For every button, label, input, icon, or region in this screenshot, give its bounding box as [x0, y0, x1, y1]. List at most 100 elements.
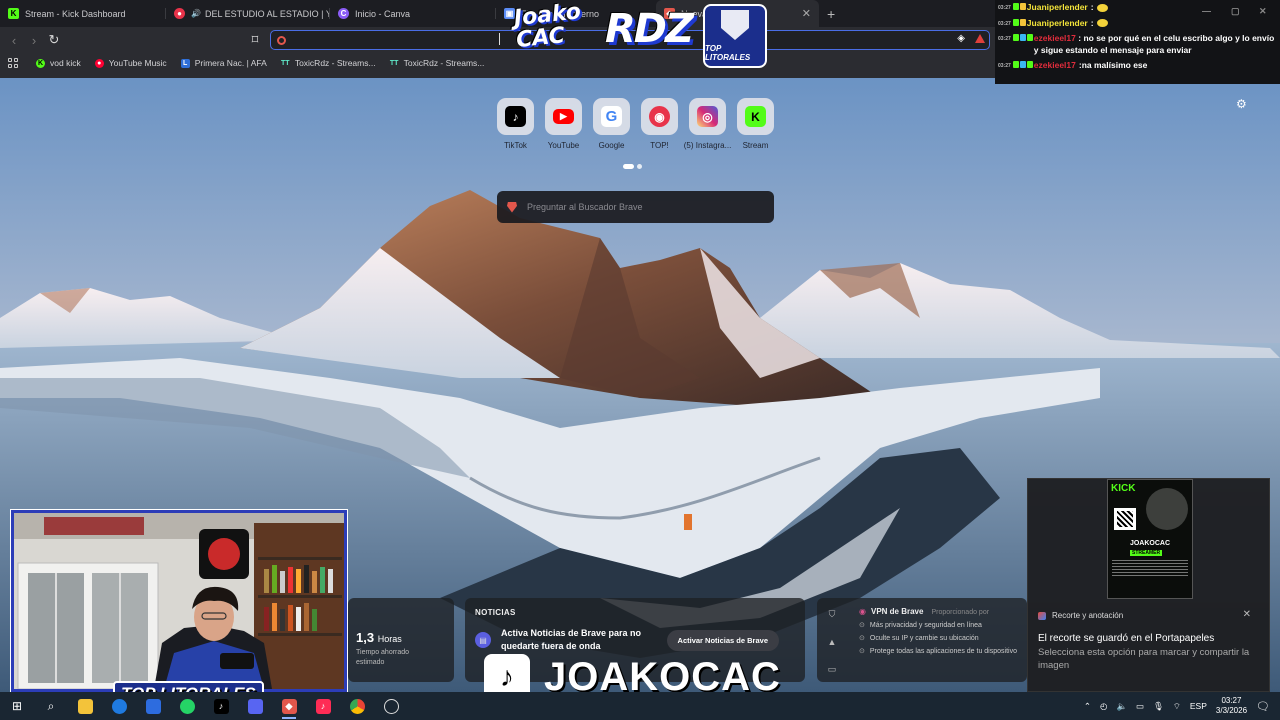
brave-search-box[interactable] — [497, 191, 774, 223]
tab-label: Nueva pestaña — [681, 8, 742, 19]
snipping-tool-icon — [1038, 611, 1046, 620]
sub-badge-icon — [1026, 60, 1033, 68]
google-icon: G — [601, 106, 622, 127]
brave-rewards-icon[interactable] — [975, 34, 985, 43]
chevron-up-icon[interactable]: ⌃ — [1084, 701, 1091, 712]
brave-icon: ◆ — [664, 8, 675, 19]
news-header: NOTICIAS — [475, 608, 516, 617]
display-icon[interactable]: ▭ — [1136, 701, 1144, 712]
kick-badge-icon — [1012, 34, 1019, 41]
snip-notification[interactable]: KICK JOAKOCAC STREAMER Recorte y anotaci… — [1027, 478, 1270, 692]
microphone-icon[interactable]: 🎙 — [1153, 701, 1164, 712]
brave-shields-icon[interactable]: ◈ — [957, 33, 965, 44]
enable-news-button[interactable]: Activar Noticias de Brave — [666, 629, 779, 651]
top-site-label: Google — [598, 141, 625, 150]
top-site-stream[interactable]: K Stream — [737, 98, 774, 150]
brave-browser-icon[interactable]: ◆ — [272, 692, 306, 720]
screenshot-thumbnail[interactable]: KICK JOAKOCAC STREAMER — [1107, 479, 1193, 599]
toast-app-name: Recorte y anotación — [1052, 611, 1124, 620]
vpn-icon: ◉ — [859, 607, 866, 616]
network-icon[interactable]: ◴ — [1100, 701, 1107, 712]
forward-icon[interactable]: › — [24, 30, 44, 50]
store-icon[interactable] — [136, 692, 170, 720]
top-site-label: YouTube — [547, 141, 580, 150]
bookmark-youtube-music[interactable]: ● YouTube Music — [94, 58, 167, 68]
speaker-icon[interactable]: 🔊 — [191, 9, 201, 18]
system-tray: ⌃ ◴ 🔈 ▭ 🎙 ⌔ ESP 03:27 3/3/2026 🗨 — [1084, 696, 1280, 716]
top-site-google[interactable]: G Google — [593, 98, 630, 150]
top-site-label: (5) Instagra... — [683, 141, 732, 150]
obs-icon[interactable] — [374, 692, 408, 720]
chat-message: 03:27 ezekieel17 : no se por qué en el c… — [998, 33, 1275, 55]
tab-youtube[interactable]: ● 🔊 DEL ESTUDIO AL ESTADIO | YouTu — [166, 0, 330, 27]
tiktok-live-icon[interactable]: ♪ — [306, 692, 340, 720]
back-icon[interactable]: ‹ — [4, 30, 24, 50]
brave-search-icon — [277, 35, 286, 45]
pager-dot-active[interactable] — [623, 164, 634, 169]
chrome-icon[interactable] — [340, 692, 374, 720]
bookmark-toxicrdz-2[interactable]: TT ToxicRdz - Streams... — [390, 58, 485, 68]
close-tab-icon[interactable]: ✕ — [796, 7, 811, 20]
tiktok-icon[interactable]: ♪ — [204, 692, 238, 720]
tab-canva[interactable]: C Inicio - Canva — [330, 0, 496, 27]
bookmark-label: Primera Nac. | AFA — [194, 58, 267, 68]
chat-time: 03:27 — [998, 62, 1011, 69]
shield-icon[interactable]: ⛉ — [829, 609, 836, 620]
reload-icon[interactable]: ↻ — [44, 30, 64, 50]
discord-icon[interactable] — [238, 692, 272, 720]
tab-new-tab[interactable]: ◆ Nueva pestaña ✕ — [656, 0, 819, 27]
bookmarks-bar: K vod kick ● YouTube Music L Primera Nac… — [0, 53, 995, 73]
bookmark-icon[interactable]: ⌑ — [245, 30, 265, 50]
maximize-icon[interactable]: ▢ — [1231, 6, 1240, 17]
qr-code-icon — [1114, 508, 1136, 530]
chat-username: Juaniperlender — [1026, 17, 1088, 28]
bookmark-label: ToxicRdz - Streams... — [403, 58, 485, 68]
language-indicator[interactable]: ESP — [1190, 701, 1207, 711]
windows-start-icon[interactable]: ⊞ — [0, 692, 34, 720]
tab-kick-dashboard[interactable]: K Stream - Kick Dashboard — [0, 0, 166, 27]
settings-gear-icon[interactable]: ⚙ — [1236, 97, 1247, 111]
youtube-icon: ● — [174, 8, 185, 19]
apps-grid-icon[interactable] — [8, 58, 18, 68]
file-explorer-icon[interactable] — [68, 692, 102, 720]
close-notification-icon[interactable]: ✕ — [1243, 609, 1251, 620]
thumb-brand: KICK — [1111, 483, 1136, 494]
kick-badge-icon — [1012, 60, 1019, 68]
close-window-icon[interactable]: ✕ — [1259, 6, 1267, 17]
vpn-sponsor: Proporcionado por — [931, 609, 990, 616]
top-site-tiktok[interactable]: ♪ TikTok — [497, 98, 534, 150]
tab-document[interactable]: ▣ Fl... minar moderno — [496, 0, 656, 27]
volume-icon[interactable]: 🔈 — [1116, 701, 1127, 712]
wifi-icon[interactable]: ⌔ — [1173, 701, 1181, 712]
chat-time: 03:27 — [998, 20, 1011, 27]
top-site-label: TikTok — [504, 141, 527, 150]
chat-time: 03:27 — [998, 5, 1011, 11]
pager-dot[interactable] — [637, 164, 642, 169]
top-site-top[interactable]: ◉ TOP! — [641, 98, 678, 150]
bookmark-toxicrdz-1[interactable]: TT ToxicRdz - Streams... — [281, 58, 376, 68]
streams-icon: TT — [389, 59, 399, 67]
top-site-youtube[interactable]: ▶ YouTube — [545, 98, 582, 150]
bookmark-vod-kick[interactable]: K vod kick — [36, 58, 81, 68]
top-site-instagram[interactable]: ◎ (5) Instagra... — [684, 98, 731, 150]
bookmark-label: ToxicRdz - Streams... — [294, 58, 376, 68]
sub-badge-icon — [1019, 3, 1026, 10]
search-icon[interactable]: ⌕ — [34, 692, 68, 720]
minimize-icon[interactable]: — — [1202, 6, 1211, 16]
kick-icon: K — [745, 106, 766, 127]
toast-title: El recorte se guardó en el Portapapeles — [1038, 633, 1215, 644]
whatsapp-icon[interactable] — [170, 692, 204, 720]
brave-search-input[interactable] — [527, 202, 747, 212]
top-radio-icon: ◉ — [649, 106, 670, 127]
webcam-image — [14, 513, 344, 689]
warning-icon[interactable]: ▲ — [828, 637, 837, 647]
chat-text: : — [1091, 1, 1108, 13]
text-cursor — [499, 33, 500, 45]
clock[interactable]: 03:27 3/3/2026 — [1216, 696, 1247, 716]
window-icon[interactable]: ▭ — [828, 664, 837, 675]
edge-icon[interactable] — [102, 692, 136, 720]
bookmark-afa[interactable]: L Primera Nac. | AFA — [180, 58, 267, 68]
address-bar[interactable]: ◈ — [270, 30, 990, 50]
notification-center-icon[interactable]: 🗨 — [1256, 700, 1270, 713]
new-tab-button[interactable]: + — [819, 6, 843, 22]
